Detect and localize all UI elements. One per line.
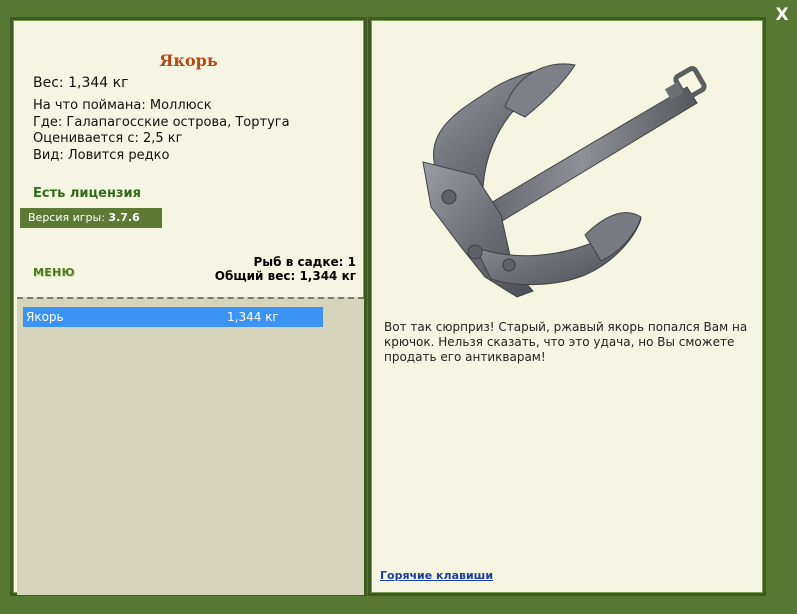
license-status: Есть лицензия (33, 186, 141, 201)
item-value: Оценивается с: 2,5 кг (33, 131, 183, 146)
item-details: На что поймана: Моллюск Где: Галапагосск… (33, 98, 290, 164)
anchor-image (422, 63, 707, 298)
version-label: Версия игры: (28, 211, 105, 224)
total-weight: Общий вес: 1,344 кг (214, 269, 356, 283)
close-button[interactable]: X (773, 6, 791, 24)
item-info-panel: Якорь Вес: 1,344 кг На что поймана: Молл… (10, 17, 367, 596)
item-title: Якорь (159, 51, 218, 70)
item-weight: Вес: 1,344 кг (33, 75, 129, 91)
list-item-name: Якорь (26, 310, 64, 324)
version-bar: Версия игры: 3.7.6 (20, 208, 162, 228)
menu-button[interactable]: МЕНЮ (33, 266, 75, 279)
item-image-panel: Вот так сюрприз! Старый, ржавый якорь по… (368, 17, 766, 596)
item-location: Где: Галапагосские острова, Тортуга (33, 114, 290, 130)
hotkeys-link[interactable]: Горячие клавиши (380, 569, 493, 582)
item-kind: Вид: Ловится редко (33, 147, 170, 163)
item-caught-on: На что поймана: Моллюск (33, 98, 212, 113)
list-item-weight: 1,344 кг (227, 310, 279, 324)
fish-count: Рыб в садке: 1 (253, 255, 357, 269)
item-description: Вот так сюрприз! Старый, ржавый якорь по… (384, 320, 748, 364)
keepnet-stats: Рыб в садке: 1 Общий вес: 1,344 кг (215, 255, 356, 283)
list-item[interactable]: Якорь 1,344 кг (23, 307, 323, 327)
version-number: 3.7.6 (108, 211, 140, 224)
catch-list: Якорь 1,344 кг (17, 297, 364, 595)
